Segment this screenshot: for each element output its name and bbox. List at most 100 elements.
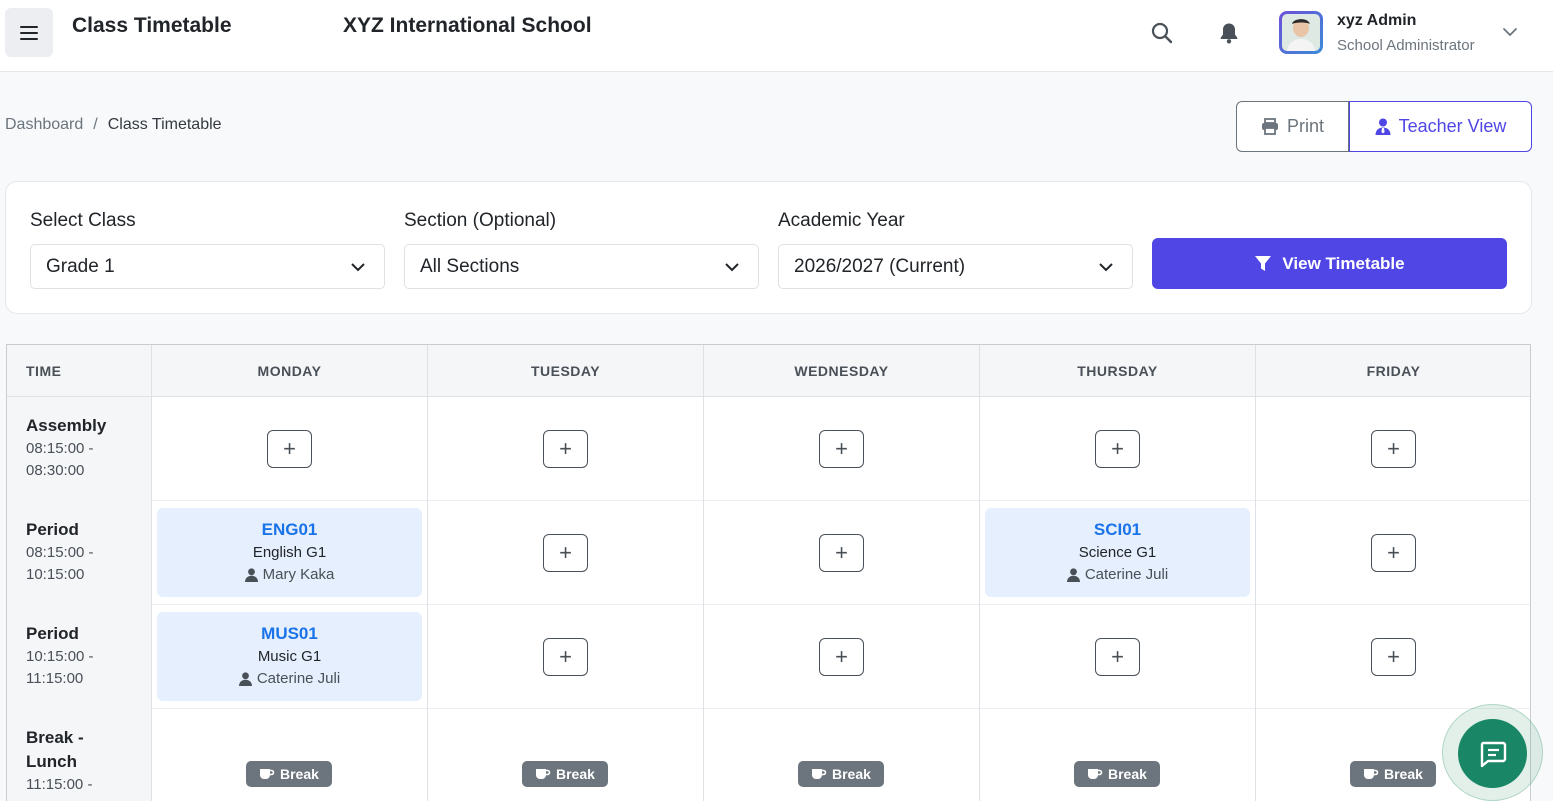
print-button[interactable]: Print	[1236, 101, 1349, 152]
chat-button[interactable]	[1458, 719, 1527, 788]
break-label: Break	[280, 766, 319, 782]
section-select-value: All Sections	[420, 255, 520, 277]
time-cell: Period 10:15:00 - 11:15:00	[7, 605, 151, 709]
notifications-button[interactable]	[1216, 20, 1242, 46]
teacher-view-label: Teacher View	[1398, 116, 1507, 136]
add-lesson-button[interactable]: +	[1371, 430, 1416, 468]
user-role: School Administrator	[1337, 37, 1475, 54]
section-label: Section (Optional)	[404, 210, 557, 231]
cell-wednesday: Break	[703, 709, 979, 801]
timetable-row: Assembly 08:15:00 - 08:30:00 + + + + +	[7, 397, 1530, 501]
time-cell: Period 08:15:00 - 10:15:00	[7, 501, 151, 605]
cell-wednesday: +	[703, 501, 979, 605]
lesson-card[interactable]: SCI01 Science G1 Caterine Juli	[985, 508, 1250, 597]
slot-name: Period	[26, 520, 79, 539]
lesson-subject: Music G1	[257, 648, 322, 665]
class-select-value: Grade 1	[46, 255, 115, 277]
break-badge: Break	[1350, 761, 1436, 787]
lesson-teacher-name: Caterine Juli	[256, 670, 341, 687]
add-lesson-button[interactable]: +	[819, 534, 864, 572]
break-badge: Break	[522, 761, 608, 787]
chat-icon	[1480, 741, 1506, 767]
search-button[interactable]	[1149, 20, 1175, 46]
cell-tuesday: +	[427, 397, 703, 501]
filter-icon	[1255, 256, 1272, 271]
hamburger-icon	[20, 25, 38, 40]
cell-thursday: Break	[979, 709, 1255, 801]
chevron-down-icon	[351, 263, 365, 272]
slot-time: 08:15:00 - 10:15:00	[26, 544, 94, 583]
lesson-card[interactable]: MUS01 Music G1 Caterine Juli	[157, 612, 422, 701]
add-lesson-button[interactable]: +	[819, 638, 864, 676]
header-wednesday: WEDNESDAY	[703, 345, 979, 397]
lesson-code: SCI01	[1093, 520, 1142, 539]
timetable: TIME MONDAY TUESDAY WEDNESDAY THURSDAY F…	[6, 344, 1531, 801]
lesson-teacher: Mary Kaka	[157, 565, 422, 585]
add-lesson-button[interactable]: +	[819, 430, 864, 468]
coffee-icon	[1088, 769, 1103, 779]
cell-monday: Break	[151, 709, 427, 801]
add-lesson-button[interactable]: +	[1371, 534, 1416, 572]
break-badge: Break	[798, 761, 884, 787]
user-menu-toggle[interactable]	[1502, 24, 1518, 42]
teacher-view-button[interactable]: Teacher View	[1349, 101, 1532, 152]
lesson-card[interactable]: ENG01 English G1 Mary Kaka	[157, 508, 422, 597]
cell-monday: ENG01 English G1 Mary Kaka	[151, 501, 427, 605]
timetable-row: Period 08:15:00 - 10:15:00 ENG01 English…	[7, 501, 1530, 605]
slot-time: 10:15:00 - 11:15:00	[26, 648, 94, 687]
coffee-icon	[812, 769, 827, 779]
class-select[interactable]: Grade 1	[30, 244, 385, 289]
class-label: Select Class	[30, 210, 136, 231]
add-lesson-button[interactable]: +	[543, 534, 588, 572]
breadcrumb-dashboard-link[interactable]: Dashboard	[5, 116, 83, 134]
breadcrumb: Dashboard / Class Timetable	[5, 116, 222, 134]
header-monday: MONDAY	[151, 345, 427, 397]
cell-thursday: +	[979, 605, 1255, 709]
breadcrumb-separator: /	[93, 116, 98, 133]
printer-icon	[1261, 118, 1278, 135]
slot-time: 11:15:00 -	[26, 776, 93, 793]
year-label: Academic Year	[778, 210, 905, 231]
timetable-header: TIME MONDAY TUESDAY WEDNESDAY THURSDAY F…	[7, 345, 1530, 397]
cell-friday: +	[1255, 501, 1530, 605]
year-select[interactable]: 2026/2027 (Current)	[778, 244, 1133, 289]
add-lesson-button[interactable]: +	[1095, 430, 1140, 468]
section-select[interactable]: All Sections	[404, 244, 759, 289]
avatar[interactable]	[1279, 11, 1323, 54]
chevron-down-icon	[1099, 263, 1113, 272]
add-lesson-button[interactable]: +	[543, 638, 588, 676]
user-photo-icon	[1282, 14, 1320, 51]
cell-tuesday: +	[427, 501, 703, 605]
header-thursday: THURSDAY	[979, 345, 1255, 397]
add-lesson-button[interactable]: +	[267, 430, 312, 468]
add-lesson-button[interactable]: +	[1371, 638, 1416, 676]
lesson-teacher-name: Caterine Juli	[1084, 566, 1169, 583]
view-timetable-button[interactable]: View Timetable	[1152, 238, 1507, 289]
coffee-icon	[1364, 769, 1379, 779]
page-title: Class Timetable	[72, 14, 232, 37]
coffee-icon	[260, 769, 275, 779]
header-friday: FRIDAY	[1255, 345, 1530, 397]
cell-thursday: SCI01 Science G1 Caterine Juli	[979, 501, 1255, 605]
lesson-teacher: Caterine Juli	[985, 565, 1250, 585]
header-tuesday: TUESDAY	[427, 345, 703, 397]
chevron-down-icon	[725, 263, 739, 272]
cell-wednesday: +	[703, 397, 979, 501]
teacher-icon	[1375, 118, 1391, 135]
lesson-subject: English G1	[252, 544, 327, 561]
view-timetable-label: View Timetable	[1282, 253, 1405, 273]
year-select-value: 2026/2027 (Current)	[794, 255, 966, 277]
cell-tuesday: Break	[427, 709, 703, 801]
user-icon	[238, 672, 252, 686]
add-lesson-button[interactable]: +	[1095, 638, 1140, 676]
menu-toggle-button[interactable]	[5, 8, 53, 57]
lesson-code: MUS01	[261, 624, 318, 643]
view-actions: Print Teacher View	[1236, 101, 1532, 152]
lesson-teacher-name: Mary Kaka	[262, 566, 335, 583]
lesson-teacher: Caterine Juli	[157, 669, 422, 689]
user-name: xyz Admin	[1337, 12, 1417, 29]
timetable-row: Period 10:15:00 - 11:15:00 MUS01 Music G…	[7, 605, 1530, 709]
add-lesson-button[interactable]: +	[543, 430, 588, 468]
slot-name: Period	[26, 624, 79, 643]
time-cell: Assembly 08:15:00 - 08:30:00	[7, 397, 151, 501]
